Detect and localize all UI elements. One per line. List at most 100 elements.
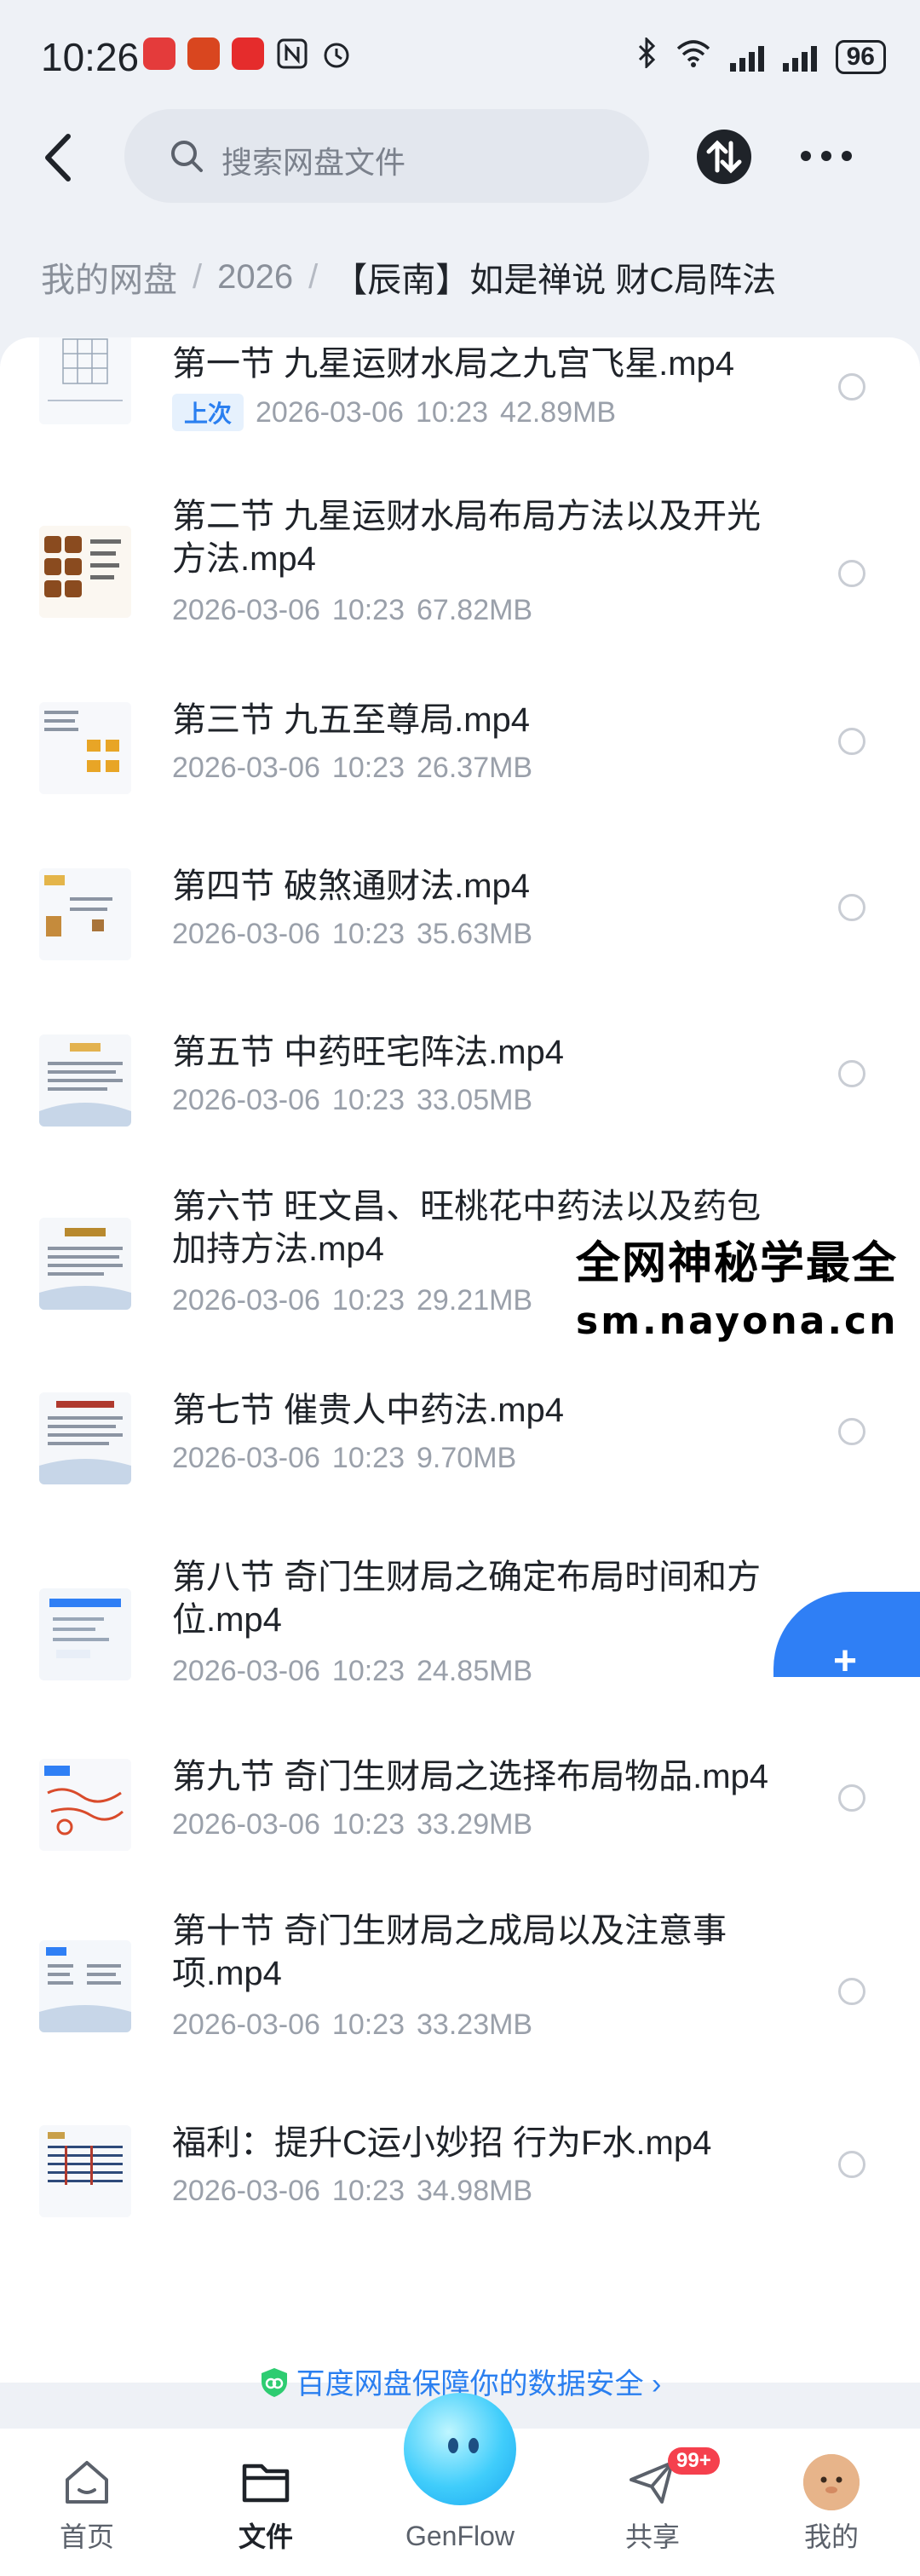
- file-date: 2026-03-06: [172, 1284, 320, 1317]
- transfer-icon: [697, 130, 751, 184]
- file-meta: 上次 2026-03-06 10:23 42.89MB: [172, 394, 616, 431]
- search-input[interactable]: 搜索网盘文件: [124, 109, 649, 203]
- plus-icon: +: [833, 1639, 858, 1677]
- file-meta: 2026-03-06 10:23 33.29MB: [172, 1808, 532, 1841]
- tab-me[interactable]: 我的: [763, 2454, 900, 2555]
- file-name: 第八节 奇门生财局之确定布局时间和方位.mp4: [172, 1559, 762, 1639]
- file-meta: 2026-03-06 10:23 29.21MB: [172, 1284, 532, 1317]
- file-meta: 2026-03-06 10:23 34.98MB: [172, 2175, 532, 2208]
- status-indicators: 96: [636, 36, 886, 76]
- list-item[interactable]: 第四节 破煞通财法.mp4 2026-03-06 10:23 35.63MB: [0, 853, 920, 989]
- dot-icon: [821, 151, 831, 161]
- tab-files[interactable]: 文件: [198, 2454, 334, 2555]
- select-radio[interactable]: [838, 373, 865, 401]
- select-radio[interactable]: [838, 2151, 865, 2178]
- file-date: 2026-03-06: [172, 918, 320, 950]
- select-radio[interactable]: [838, 1978, 865, 2005]
- file-size: 9.70MB: [417, 1442, 517, 1474]
- list-item[interactable]: 第五节 中药旺宅阵法.mp4 2026-03-06 10:23 33.05MB: [0, 1019, 920, 1155]
- breadcrumb: 我的网盘 / 2026 / 【辰南】如是禅说 财C局阵法: [41, 252, 776, 302]
- file-time: 10:23: [331, 1808, 405, 1841]
- status-time: 10:26: [41, 35, 140, 79]
- video-thumbnail: [39, 1034, 131, 1127]
- list-item[interactable]: 第二节 九星运财水局布局方法以及开光方法.mp4 2026-03-06 10:2…: [0, 495, 920, 657]
- file-date: 2026-03-06: [172, 1655, 320, 1687]
- home-icon: [66, 2461, 108, 2504]
- file-date: 2026-03-06: [172, 1084, 320, 1116]
- file-size: 33.29MB: [417, 1808, 533, 1841]
- file-size: 24.85MB: [417, 1655, 533, 1687]
- watermark-line2: sm.nayona.cn: [576, 1300, 899, 1343]
- list-item[interactable]: 第一节 九星运财水局之九宫飞星.mp4 上次 2026-03-06 10:23 …: [0, 337, 920, 435]
- status-bar: 10:26 96: [0, 0, 920, 102]
- file-time: 10:23: [331, 1442, 405, 1474]
- file-name: 第二节 九星运财水局布局方法以及开光方法.mp4: [172, 498, 762, 578]
- file-date: 2026-03-06: [172, 2175, 320, 2207]
- file-date: 2026-03-06: [172, 2008, 320, 2041]
- dot-icon: [801, 151, 811, 161]
- file-date: 2026-03-06: [172, 752, 320, 784]
- avatar: [803, 2454, 860, 2510]
- file-time: 10:23: [331, 1655, 405, 1687]
- list-item[interactable]: 第三节 九五至尊局.mp4 2026-03-06 10:23 26.37MB: [0, 687, 920, 823]
- file-date: 2026-03-06: [172, 594, 320, 626]
- list-item[interactable]: 第九节 奇门生财局之选择布局物品.mp4 2026-03-06 10:23 33…: [0, 1743, 920, 1880]
- file-meta: 2026-03-06 10:23 33.05MB: [172, 1084, 532, 1117]
- list-item[interactable]: 第七节 催贵人中药法.mp4 2026-03-06 10:23 9.70MB: [0, 1377, 920, 1513]
- file-time: 10:23: [331, 918, 405, 950]
- shield-icon: [259, 2366, 290, 2406]
- video-thumbnail: [39, 2125, 131, 2217]
- wifi-icon: [676, 38, 711, 75]
- file-date: 2026-03-06: [172, 1808, 320, 1841]
- list-item[interactable]: 第十节 奇门生财局之成局以及注意事项.mp4 2026-03-06 10:23 …: [0, 1910, 920, 2080]
- back-button[interactable]: [34, 128, 85, 187]
- file-name: 第三节 九五至尊局.mp4: [172, 701, 531, 739]
- select-radio[interactable]: [838, 1784, 865, 1812]
- file-meta: 2026-03-06 10:23 35.63MB: [172, 918, 532, 951]
- breadcrumb-folder[interactable]: 2026: [217, 258, 293, 297]
- transfer-button[interactable]: [693, 126, 755, 187]
- file-name: 第七节 催贵人中药法.mp4: [172, 1392, 565, 1429]
- video-thumbnail: [39, 1392, 131, 1484]
- video-thumbnail: [39, 526, 131, 618]
- select-radio[interactable]: [838, 1418, 865, 1445]
- search-icon: [171, 141, 203, 172]
- huawei-app-icon: [143, 37, 175, 70]
- video-thumbnail: [39, 1218, 131, 1310]
- tab-home[interactable]: 首页: [19, 2454, 155, 2555]
- status-notification-icons: [143, 37, 353, 74]
- more-button[interactable]: [801, 143, 855, 169]
- file-meta: 2026-03-06 10:23 33.23MB: [172, 2008, 532, 2042]
- select-radio[interactable]: [838, 894, 865, 921]
- file-size: 33.23MB: [417, 2008, 533, 2041]
- file-size: 26.37MB: [417, 752, 533, 784]
- file-name: 第十节 奇门生财局之成局以及注意事项.mp4: [172, 1912, 727, 1992]
- video-thumbnail: [39, 868, 131, 960]
- file-size: 34.98MB: [417, 2175, 533, 2207]
- watermark-line1: 全网神秘学最全: [576, 1238, 899, 1289]
- file-time: 10:23: [331, 594, 405, 626]
- breadcrumb-root[interactable]: 我的网盘: [41, 252, 177, 302]
- tab-genflow-label[interactable]: GenFlow: [375, 2521, 545, 2552]
- file-time: 10:23: [331, 2175, 405, 2207]
- file-name: 第一节 九星运财水局之九宫飞星.mp4: [172, 345, 735, 383]
- list-item[interactable]: 福利：提升C运小妙招 行为F水.mp4 2026-03-06 10:23 34.…: [0, 2110, 920, 2246]
- file-size: 33.05MB: [417, 1084, 533, 1116]
- video-thumbnail: [39, 337, 131, 424]
- file-time: 10:23: [331, 1284, 405, 1317]
- header: 搜索网盘文件: [0, 102, 920, 213]
- breadcrumb-current: 【辰南】如是禅说 财C局阵法: [333, 262, 777, 299]
- file-name: 第四节 破煞通财法.mp4: [172, 867, 531, 905]
- select-radio[interactable]: [838, 728, 865, 755]
- breadcrumb-separator: /: [308, 257, 319, 296]
- file-size: 67.82MB: [417, 594, 533, 626]
- select-radio[interactable]: [838, 1060, 865, 1087]
- battery-indicator: 96: [835, 39, 886, 74]
- file-size: 42.89MB: [500, 395, 617, 429]
- select-radio[interactable]: [838, 560, 865, 587]
- genflow-orb[interactable]: [404, 2393, 516, 2505]
- watermark: 全网神秘学最全 sm.nayona.cn: [576, 1227, 920, 1343]
- file-meta: 2026-03-06 10:23 24.85MB: [172, 1655, 532, 1688]
- tab-label: 共享: [624, 2521, 680, 2552]
- game-app-icon: [187, 37, 220, 70]
